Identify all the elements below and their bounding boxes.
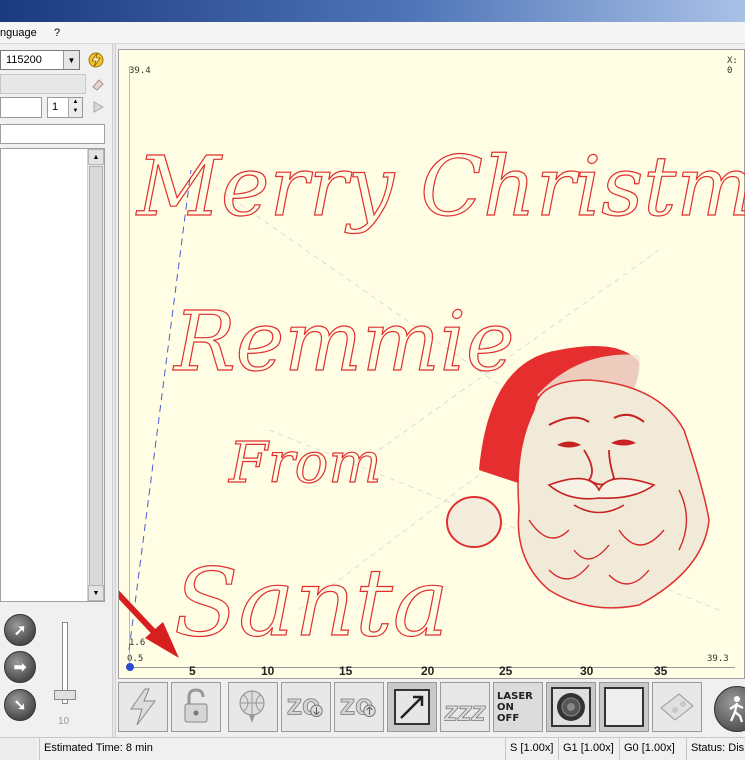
s-override: S [1.00x]	[505, 738, 559, 760]
baud-rate-value: 115200	[6, 54, 42, 66]
menu-help[interactable]: ?	[54, 27, 60, 39]
set-origin-button[interactable]	[228, 682, 278, 732]
menu-language[interactable]: nguage	[0, 27, 37, 39]
execute-button[interactable]	[118, 682, 168, 732]
play-icon[interactable]	[88, 97, 108, 117]
frame-button[interactable]	[387, 682, 437, 732]
scroll-down-icon[interactable]: ▼	[88, 585, 104, 601]
console-list[interactable]: ▲ ▼	[0, 148, 105, 602]
scroll-up-icon[interactable]: ▲	[88, 149, 104, 165]
wizard-button[interactable]	[652, 682, 702, 732]
estimated-time: Estimated Time: 8 min	[39, 738, 506, 760]
zoom-out-button[interactable]: ZO	[281, 682, 331, 732]
command-input[interactable]	[0, 97, 42, 118]
status-bar: Estimated Time: 8 min S [1.00x] G1 [1.00…	[0, 737, 745, 760]
sleep-icon: ZZZ	[444, 686, 486, 728]
connection-status: Status: Dis	[686, 738, 745, 760]
repeat-spinner-value: 1	[52, 101, 59, 113]
engraving-line-merry-christmas: Merry Christmas	[135, 140, 745, 235]
annotation-arrow	[119, 590, 179, 658]
left-control-panel: 115200 ▼ 1 ▲ ▼ ▲ ▼ ➚ ➡ ➘ 10	[0, 44, 112, 738]
lightning-icon	[122, 686, 164, 728]
g0-override: G0 [1.00x]	[619, 738, 681, 760]
spinner-arrows[interactable]: ▲ ▼	[68, 98, 82, 117]
laser-icon: LASER ON OFF	[497, 686, 539, 728]
preview-canvas[interactable]: 39.4 X: 0 1.6 0.5 39.3 5 10 15 20 25 30 …	[118, 49, 745, 679]
blank-button[interactable]	[599, 682, 649, 732]
zoom-in-button[interactable]: ZO	[334, 682, 384, 732]
blank-icon	[604, 687, 644, 727]
diagonal-arrow-icon	[394, 689, 430, 725]
console-header	[0, 124, 105, 144]
jog-speed-slider-thumb[interactable]	[54, 690, 76, 700]
chevron-down-icon[interactable]: ▼	[63, 51, 79, 69]
walk-icon[interactable]	[714, 686, 745, 732]
jog-down-right-icon[interactable]: ➘	[4, 689, 36, 721]
globe-icon	[232, 686, 274, 728]
baud-rate-select[interactable]: 115200 ▼	[0, 50, 80, 70]
engraving-line-name: Remmie	[172, 295, 515, 390]
jog-speed-label: 10	[58, 716, 70, 727]
eraser-icon[interactable]	[88, 74, 108, 94]
unlock-button[interactable]	[171, 682, 221, 732]
engraving-preview: Merry Christmas Remmie From Santa	[119, 139, 745, 659]
scroll-thumb[interactable]	[89, 166, 103, 586]
bottom-toolbar: ZO ZO ZZZ LASER ON OFF	[116, 680, 745, 734]
unlock-icon	[175, 686, 217, 728]
focus-button[interactable]	[546, 682, 596, 732]
laser-off-label: OFF	[497, 712, 520, 724]
laser-on-off-button[interactable]: LASER ON OFF	[493, 682, 543, 732]
window-title-bar	[0, 0, 745, 22]
repeat-spinner[interactable]: 1 ▲ ▼	[47, 97, 83, 118]
target-icon	[551, 687, 591, 727]
disabled-input	[0, 74, 86, 94]
jog-right-icon[interactable]: ➡	[4, 651, 36, 683]
connect-icon[interactable]	[86, 50, 106, 70]
sleep-text: ZZZ	[444, 702, 486, 725]
laser-label: LASER	[497, 690, 533, 702]
jog-up-right-icon[interactable]: ➚	[4, 614, 36, 646]
laser-on-label: ON	[497, 701, 514, 713]
zoom-out-icon: ZO	[285, 686, 327, 728]
console-scrollbar[interactable]: ▲ ▼	[87, 149, 104, 601]
cards-icon	[656, 686, 698, 728]
sleep-button[interactable]: ZZZ	[440, 682, 490, 732]
status-cell-empty	[0, 738, 36, 760]
menu-bar: nguage ?	[0, 22, 745, 44]
g1-override: G1 [1.00x]	[558, 738, 620, 760]
panel-splitter[interactable]	[112, 44, 116, 738]
engraving-line-from: From	[228, 431, 381, 496]
engraving-line-santa: Santa	[174, 549, 449, 658]
zoom-in-icon: ZO	[338, 686, 380, 728]
